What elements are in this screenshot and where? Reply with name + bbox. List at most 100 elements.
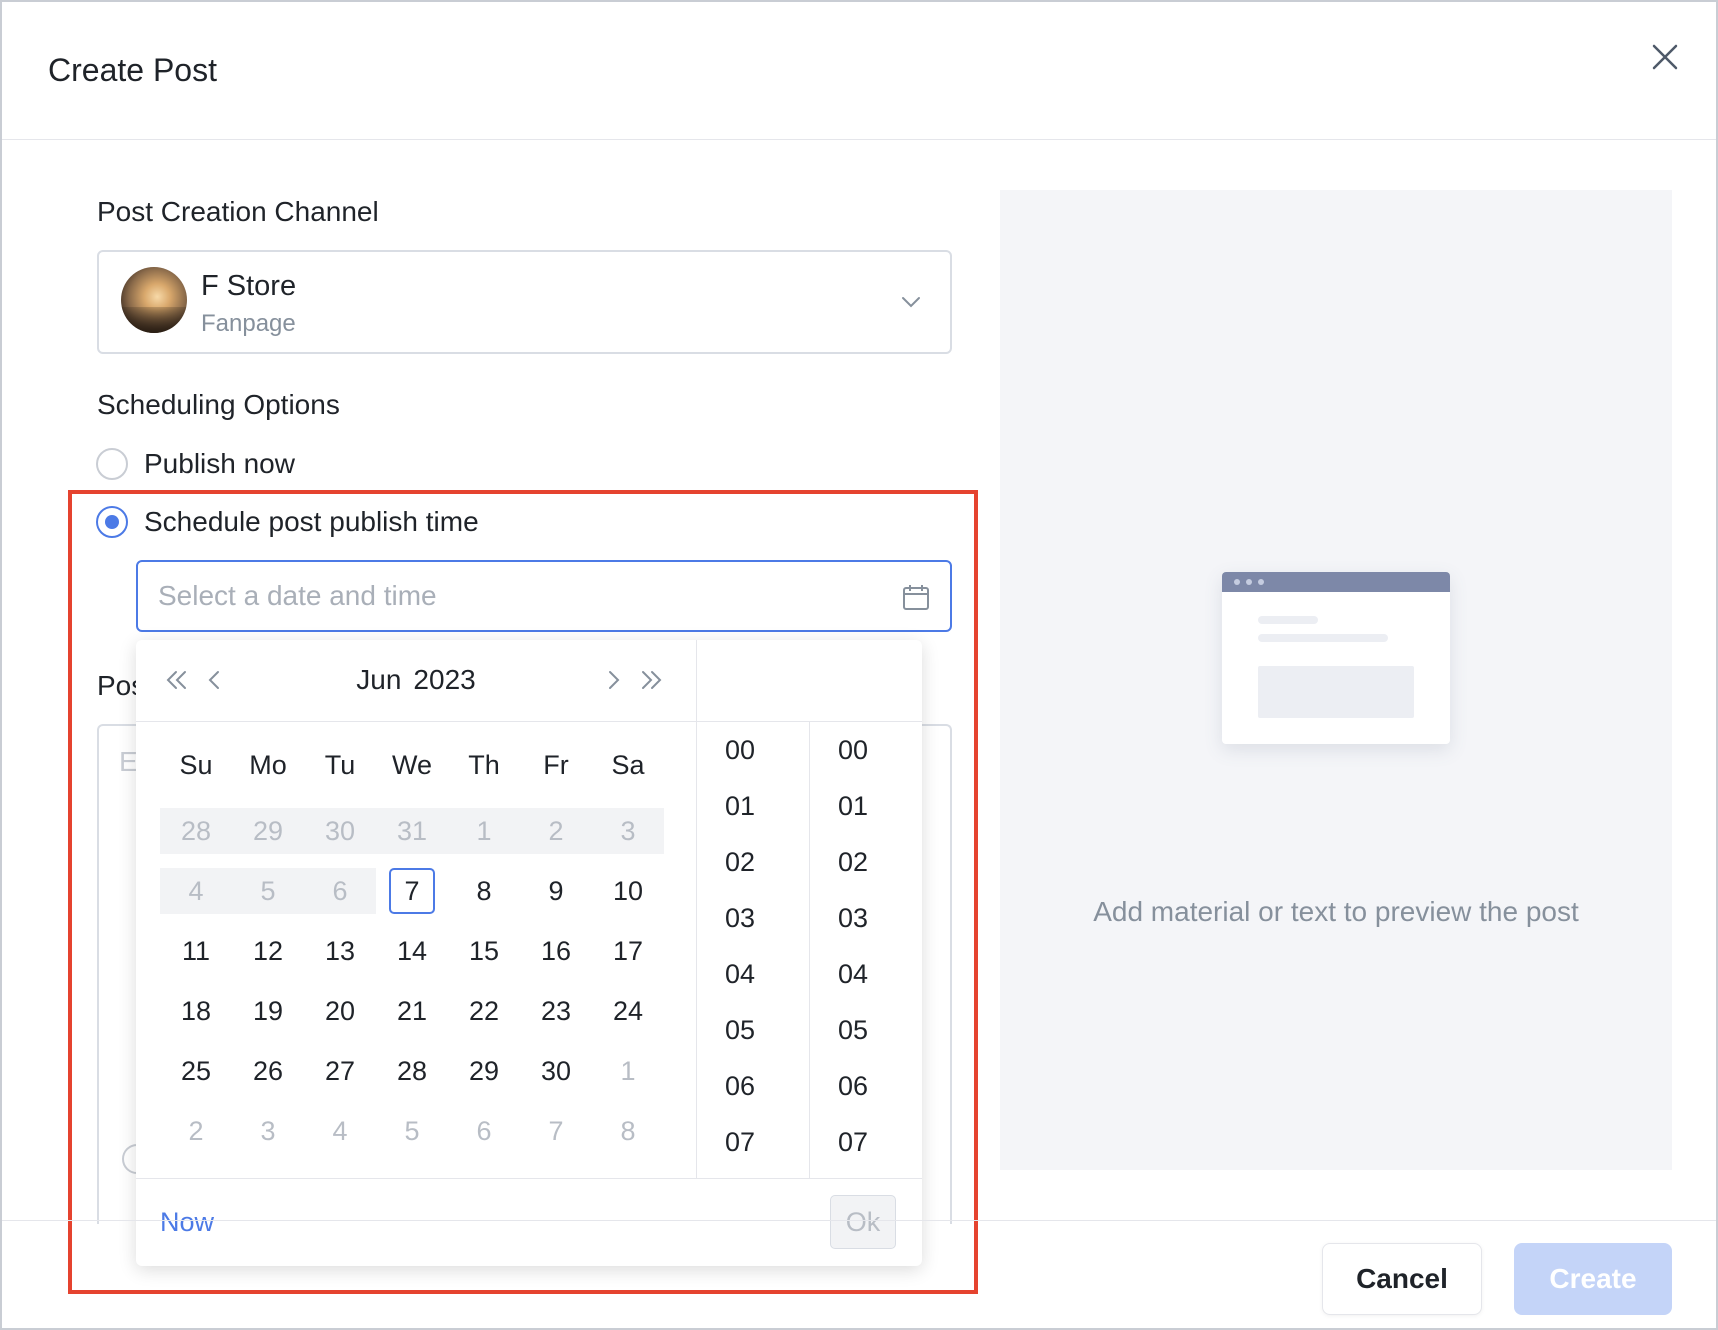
calendar-day-number: 16 (540, 935, 572, 966)
calendar-day[interactable]: 16 (520, 928, 592, 974)
hour-option[interactable]: 07 (697, 1114, 809, 1170)
weekday-label: Th (468, 750, 500, 780)
calendar-day[interactable]: 25 (160, 1048, 232, 1094)
hour-option[interactable]: 03 (697, 890, 809, 946)
schedule-radio[interactable] (96, 506, 128, 538)
calendar-day: 1 (448, 808, 520, 854)
calendar-week-row: 2 3 4 5 6 7 8 (160, 1108, 664, 1168)
hour-option[interactable]: 06 (697, 1058, 809, 1114)
calendar-day[interactable]: 5 (376, 1108, 448, 1154)
calendar-day-number: 15 (468, 935, 500, 966)
create-post-dialog: Create Post Post Creation Channel F Stor… (0, 0, 1718, 1330)
calendar-day-number: 12 (252, 935, 284, 966)
calendar-day[interactable]: 30 (520, 1048, 592, 1094)
calendar-day[interactable]: 7 (520, 1108, 592, 1154)
hour-option[interactable]: 00 (697, 722, 809, 778)
calendar-day-number: 21 (396, 995, 428, 1026)
calendar-day-number: 5 (260, 875, 276, 906)
calendar-week-row: 25 26 27 28 29 30 1 (160, 1048, 664, 1108)
hour-option[interactable]: 02 (697, 834, 809, 890)
preview-placeholder-illustration (1222, 572, 1450, 744)
calendar-day[interactable]: 13 (304, 928, 376, 974)
calendar-day[interactable]: 24 (592, 988, 664, 1034)
close-icon[interactable] (1650, 42, 1680, 72)
calendar-day-number: 27 (324, 1055, 356, 1086)
calendar-day[interactable]: 23 (520, 988, 592, 1034)
minute-option[interactable]: 06 (810, 1058, 922, 1114)
year-label[interactable]: 2023 (413, 664, 475, 695)
calendar-day[interactable]: 8 (448, 868, 520, 914)
calendar-day-number: 31 (396, 815, 428, 846)
calendar-day[interactable]: 9 (520, 868, 592, 914)
calendar-day[interactable]: 3 (232, 1108, 304, 1154)
hour-option[interactable]: 05 (697, 1002, 809, 1058)
calendar-day-number: 3 (260, 1115, 276, 1146)
month-label[interactable]: Jun (356, 664, 401, 695)
calendar-day[interactable]: 11 (160, 928, 232, 974)
channel-select[interactable]: F Store Fanpage (97, 250, 952, 354)
calendar-day[interactable]: 1 (592, 1048, 664, 1094)
calendar-day[interactable]: 18 (160, 988, 232, 1034)
calendar-day: 30 (304, 808, 376, 854)
calendar-day-number: 4 (332, 1115, 348, 1146)
time-header (697, 640, 922, 722)
calendar-day[interactable]: 14 (376, 928, 448, 974)
create-button[interactable]: Create (1514, 1243, 1672, 1315)
calendar-day-number: 2 (548, 815, 564, 846)
dialog-footer: Cancel Create (2, 1220, 1716, 1330)
calendar-day[interactable]: 15 (448, 928, 520, 974)
calendar-day[interactable]: 27 (304, 1048, 376, 1094)
calendar-day[interactable]: 28 (376, 1048, 448, 1094)
post-preview-panel: Add material or text to preview the post (1000, 190, 1672, 1170)
calendar-day-today[interactable]: 7 (376, 868, 448, 914)
minute-option[interactable]: 04 (810, 946, 922, 1002)
calendar-day[interactable]: 2 (160, 1108, 232, 1154)
date-time-input[interactable] (136, 560, 952, 632)
calendar-day[interactable]: 29 (448, 1048, 520, 1094)
calendar-day[interactable]: 26 (232, 1048, 304, 1094)
hour-option[interactable]: 01 (697, 778, 809, 834)
minute-option[interactable]: 00 (810, 722, 922, 778)
minute-option[interactable]: 05 (810, 1002, 922, 1058)
calendar-day[interactable]: 12 (232, 928, 304, 974)
calendar-day-number: 22 (468, 995, 500, 1026)
next-month-icon[interactable] (598, 664, 630, 696)
calendar-day-number: 28 (180, 815, 212, 846)
minute-option[interactable]: 03 (810, 890, 922, 946)
calendar-day[interactable]: 19 (232, 988, 304, 1034)
chevron-down-icon[interactable] (899, 290, 923, 314)
schedule-label[interactable]: Schedule post publish time (144, 506, 479, 538)
date-time-field[interactable] (158, 574, 858, 618)
calendar-day[interactable]: 8 (592, 1108, 664, 1154)
scheduling-label: Scheduling Options (97, 389, 340, 420)
calendar-day[interactable]: 17 (592, 928, 664, 974)
minute-option[interactable]: 02 (810, 834, 922, 890)
hours-column[interactable]: 00 01 02 03 04 05 06 07 (697, 722, 810, 1178)
minute-option[interactable]: 01 (810, 778, 922, 834)
calendar-day[interactable]: 21 (376, 988, 448, 1034)
calendar-day[interactable]: 22 (448, 988, 520, 1034)
calendar-day[interactable]: 6 (448, 1108, 520, 1154)
next-year-icon[interactable] (636, 664, 668, 696)
calendar-week-row: 4 5 6 7 8 9 10 (160, 868, 664, 928)
calendar-icon[interactable] (901, 582, 931, 612)
calendar-day-number: 18 (180, 995, 212, 1026)
calendar-day-number: 6 (476, 1115, 492, 1146)
calendar-day: 29 (232, 808, 304, 854)
calendar-day[interactable]: 20 (304, 988, 376, 1034)
calendar-day[interactable]: 10 (592, 868, 664, 914)
calendar-week-row: 28 29 30 31 1 2 3 (160, 808, 664, 868)
minute-option[interactable]: 07 (810, 1114, 922, 1170)
cancel-button[interactable]: Cancel (1322, 1243, 1482, 1315)
calendar-day[interactable]: 4 (304, 1108, 376, 1154)
minutes-column[interactable]: 00 01 02 03 04 05 06 07 (810, 722, 922, 1178)
calendar-week-row: 11 12 13 14 15 16 17 (160, 928, 664, 988)
calendar-day: 4 (160, 868, 232, 914)
calendar-day-number: 6 (332, 875, 348, 906)
publish-now-label[interactable]: Publish now (144, 448, 295, 480)
publish-now-radio[interactable] (96, 448, 128, 480)
calendar-days-grid: 28 29 30 31 1 2 3 4 5 6 7 8 9 10 11 12 13 14 15 16 17 18 19 20 2… (160, 808, 664, 1168)
calendar-day: 5 (232, 868, 304, 914)
hour-option[interactable]: 04 (697, 946, 809, 1002)
calendar-day-number: 5 (404, 1115, 420, 1146)
